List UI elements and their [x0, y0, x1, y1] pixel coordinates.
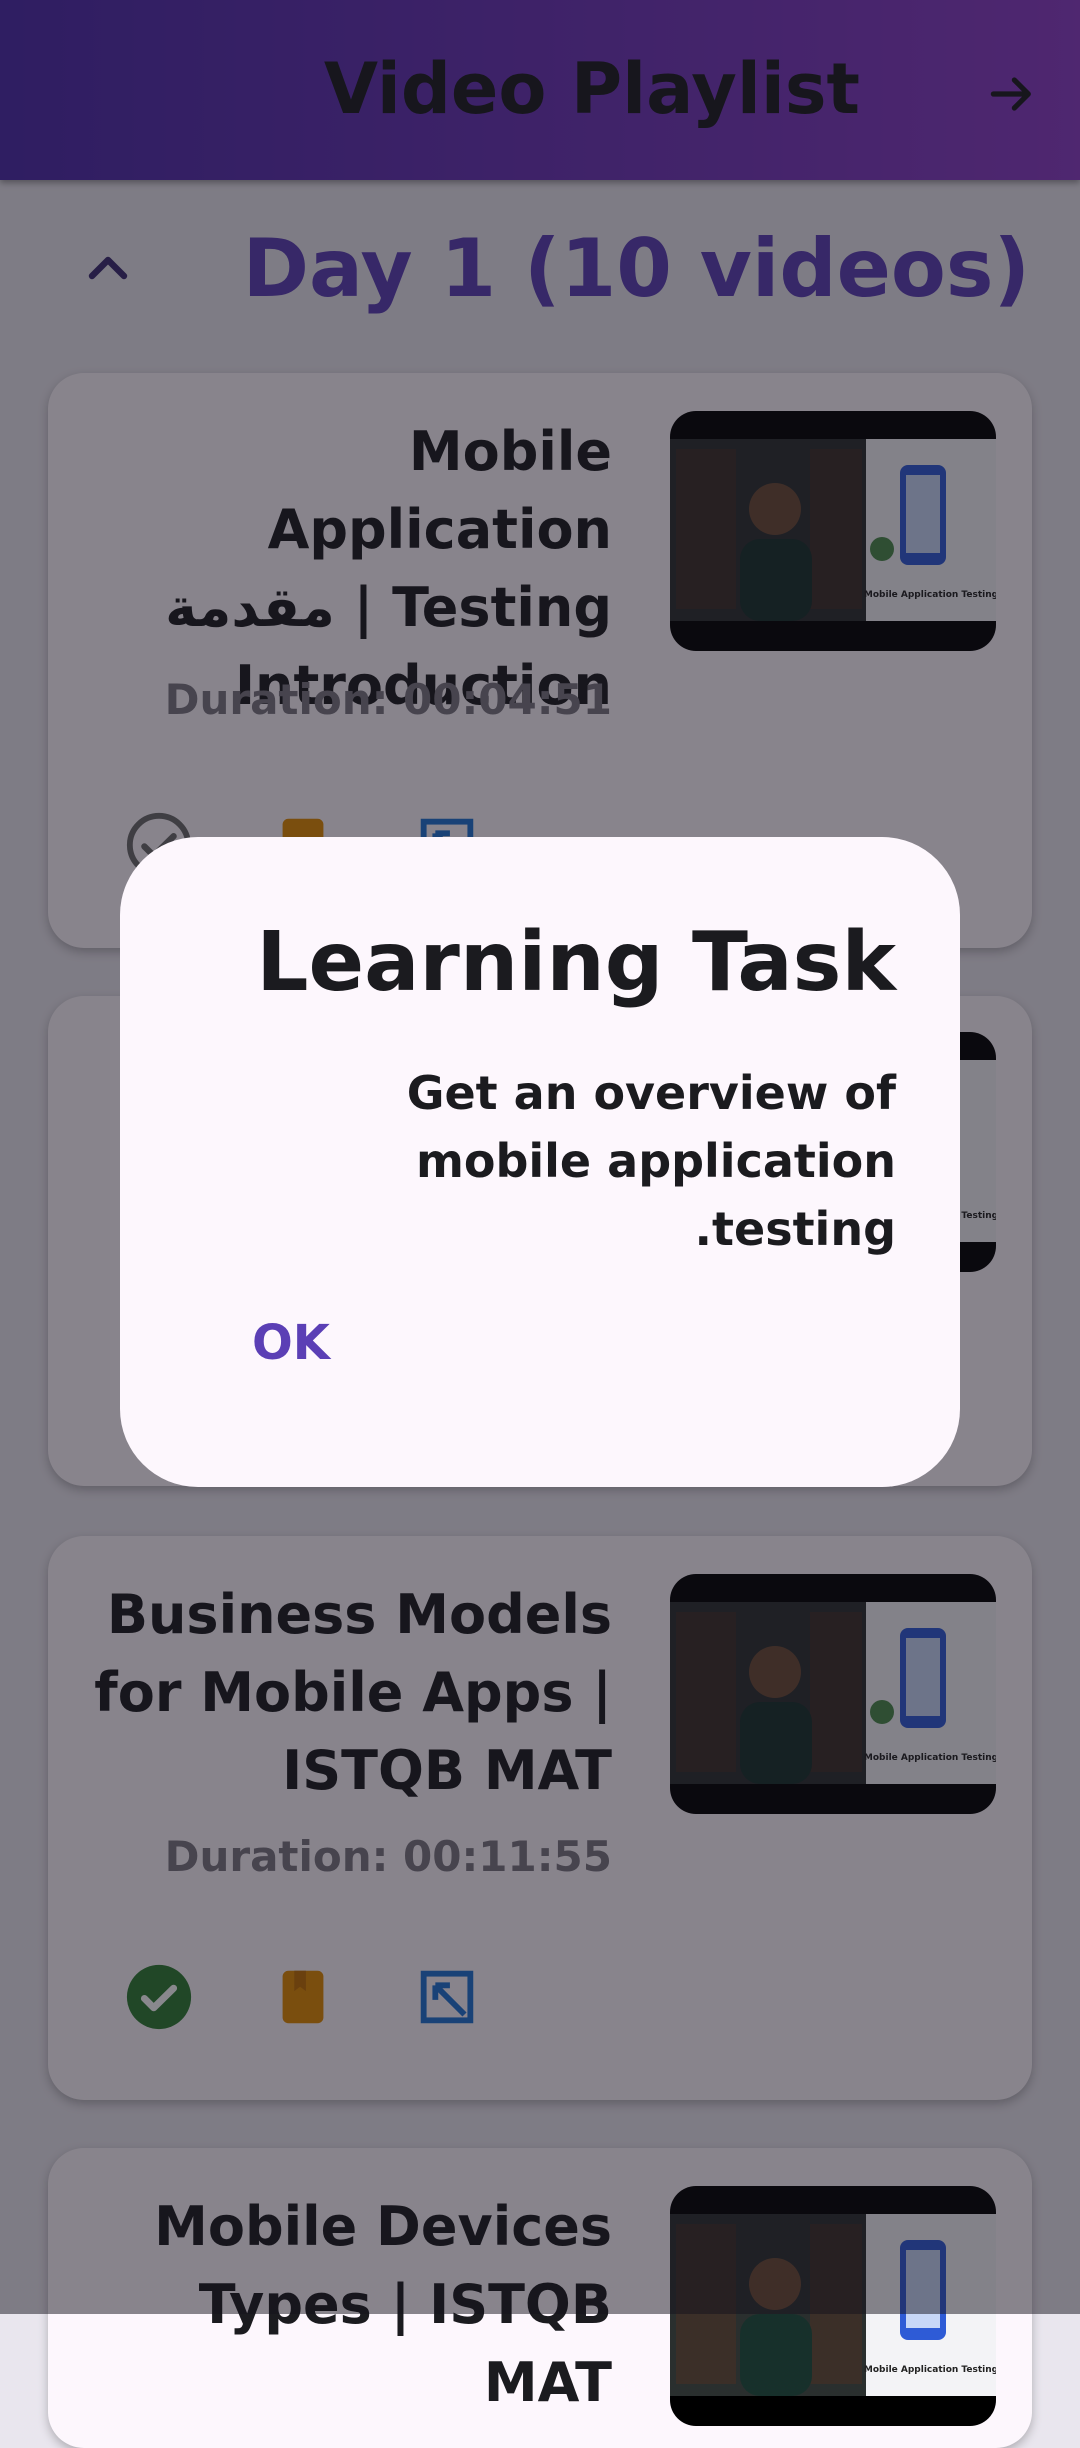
- dialog-message: Get an overview of mobile application te…: [406, 1066, 896, 1256]
- ok-button[interactable]: OK: [236, 1305, 346, 1381]
- learning-task-dialog: Learning Task Get an overview of mobile …: [120, 837, 960, 1487]
- thumbnail-caption: Mobile Application Testing: [864, 2365, 996, 2375]
- dialog-title: Learning Task: [256, 915, 896, 1010]
